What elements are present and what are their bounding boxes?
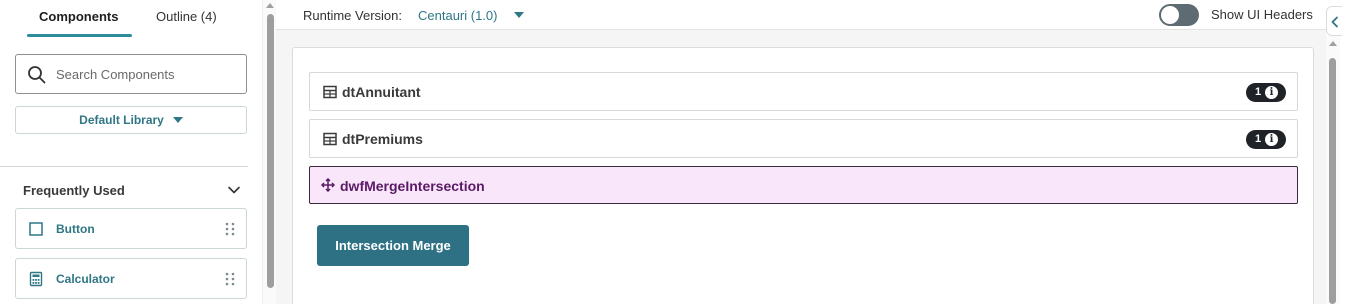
search-icon [28,66,46,84]
square-icon [29,222,43,236]
section-title[interactable]: Frequently Used [23,183,125,198]
chevron-down-icon[interactable] [227,183,241,197]
panel-tabs: Components Outline (4) [0,0,262,40]
left-scrollbar[interactable] [262,0,276,304]
row-label: dtAnnuitant [342,84,421,100]
scroll-up-arrow-icon[interactable] [1329,41,1337,46]
info-icon: i [1265,86,1278,99]
component-label: Calculator [56,272,115,286]
intersection-merge-button[interactable]: Intersection Merge [317,225,469,266]
table-icon [323,85,337,99]
chevron-left-icon [1331,16,1338,28]
drag-handle-icon[interactable] [224,271,236,287]
component-label: Button [56,222,95,236]
design-canvas: dtAnnuitant 1 i dtPremiums 1 i dwfMergeI… [292,47,1314,304]
drag-handle-icon[interactable] [224,221,236,237]
info-badge[interactable]: 1 i [1246,130,1286,149]
components-panel: Components Outline (4) Search Components… [0,0,262,304]
tab-outline[interactable]: Outline (4) [156,8,217,28]
main-area: Runtime Version: Centauri (1.0) Show UI … [276,0,1326,304]
library-dropdown[interactable]: Default Library [15,106,247,134]
show-ui-headers-toggle[interactable] [1159,4,1199,26]
table-icon [323,132,337,146]
tab-components[interactable]: Components [39,8,118,28]
top-bar: Runtime Version: Centauri (1.0) Show UI … [276,0,1326,30]
toggle-knob [1161,6,1179,24]
runtime-version-label: Runtime Version: [303,8,402,23]
badge-count: 1 [1255,86,1262,98]
canvas-row-dwfmergeintersection[interactable]: dwfMergeIntersection [309,166,1298,204]
calculator-icon [29,271,43,287]
right-panel-edge [1342,0,1360,304]
collapse-panel-button[interactable] [1326,6,1342,36]
caret-down-icon[interactable] [514,12,524,18]
main-scrollbar[interactable] [1326,36,1340,304]
component-calculator[interactable]: Calculator [15,258,247,299]
info-icon: i [1265,133,1278,146]
scrollbar-thumb[interactable] [1329,58,1336,304]
active-tab-indicator [27,34,132,37]
component-button[interactable]: Button [15,208,247,249]
badge-count: 1 [1255,133,1262,145]
runtime-version-select[interactable]: Centauri (1.0) [418,8,497,23]
library-label: Default Library [79,113,164,127]
search-input[interactable]: Search Components [15,54,247,94]
app-root: Components Outline (4) Search Components… [0,0,1360,304]
canvas-row-dtpremiums[interactable]: dtPremiums 1 i [309,119,1298,158]
panel-divider [0,166,248,167]
move-icon [321,178,335,192]
scroll-up-arrow-icon[interactable] [266,3,274,8]
scrollbar-thumb[interactable] [267,14,274,288]
row-label: dtPremiums [342,131,423,147]
search-placeholder: Search Components [56,67,175,82]
canvas-row-dtannuitant[interactable]: dtAnnuitant 1 i [309,72,1298,111]
info-badge[interactable]: 1 i [1246,83,1286,102]
caret-down-icon [172,117,183,123]
row-label: dwfMergeIntersection [340,178,485,194]
show-ui-headers-label: Show UI Headers [1211,7,1313,22]
